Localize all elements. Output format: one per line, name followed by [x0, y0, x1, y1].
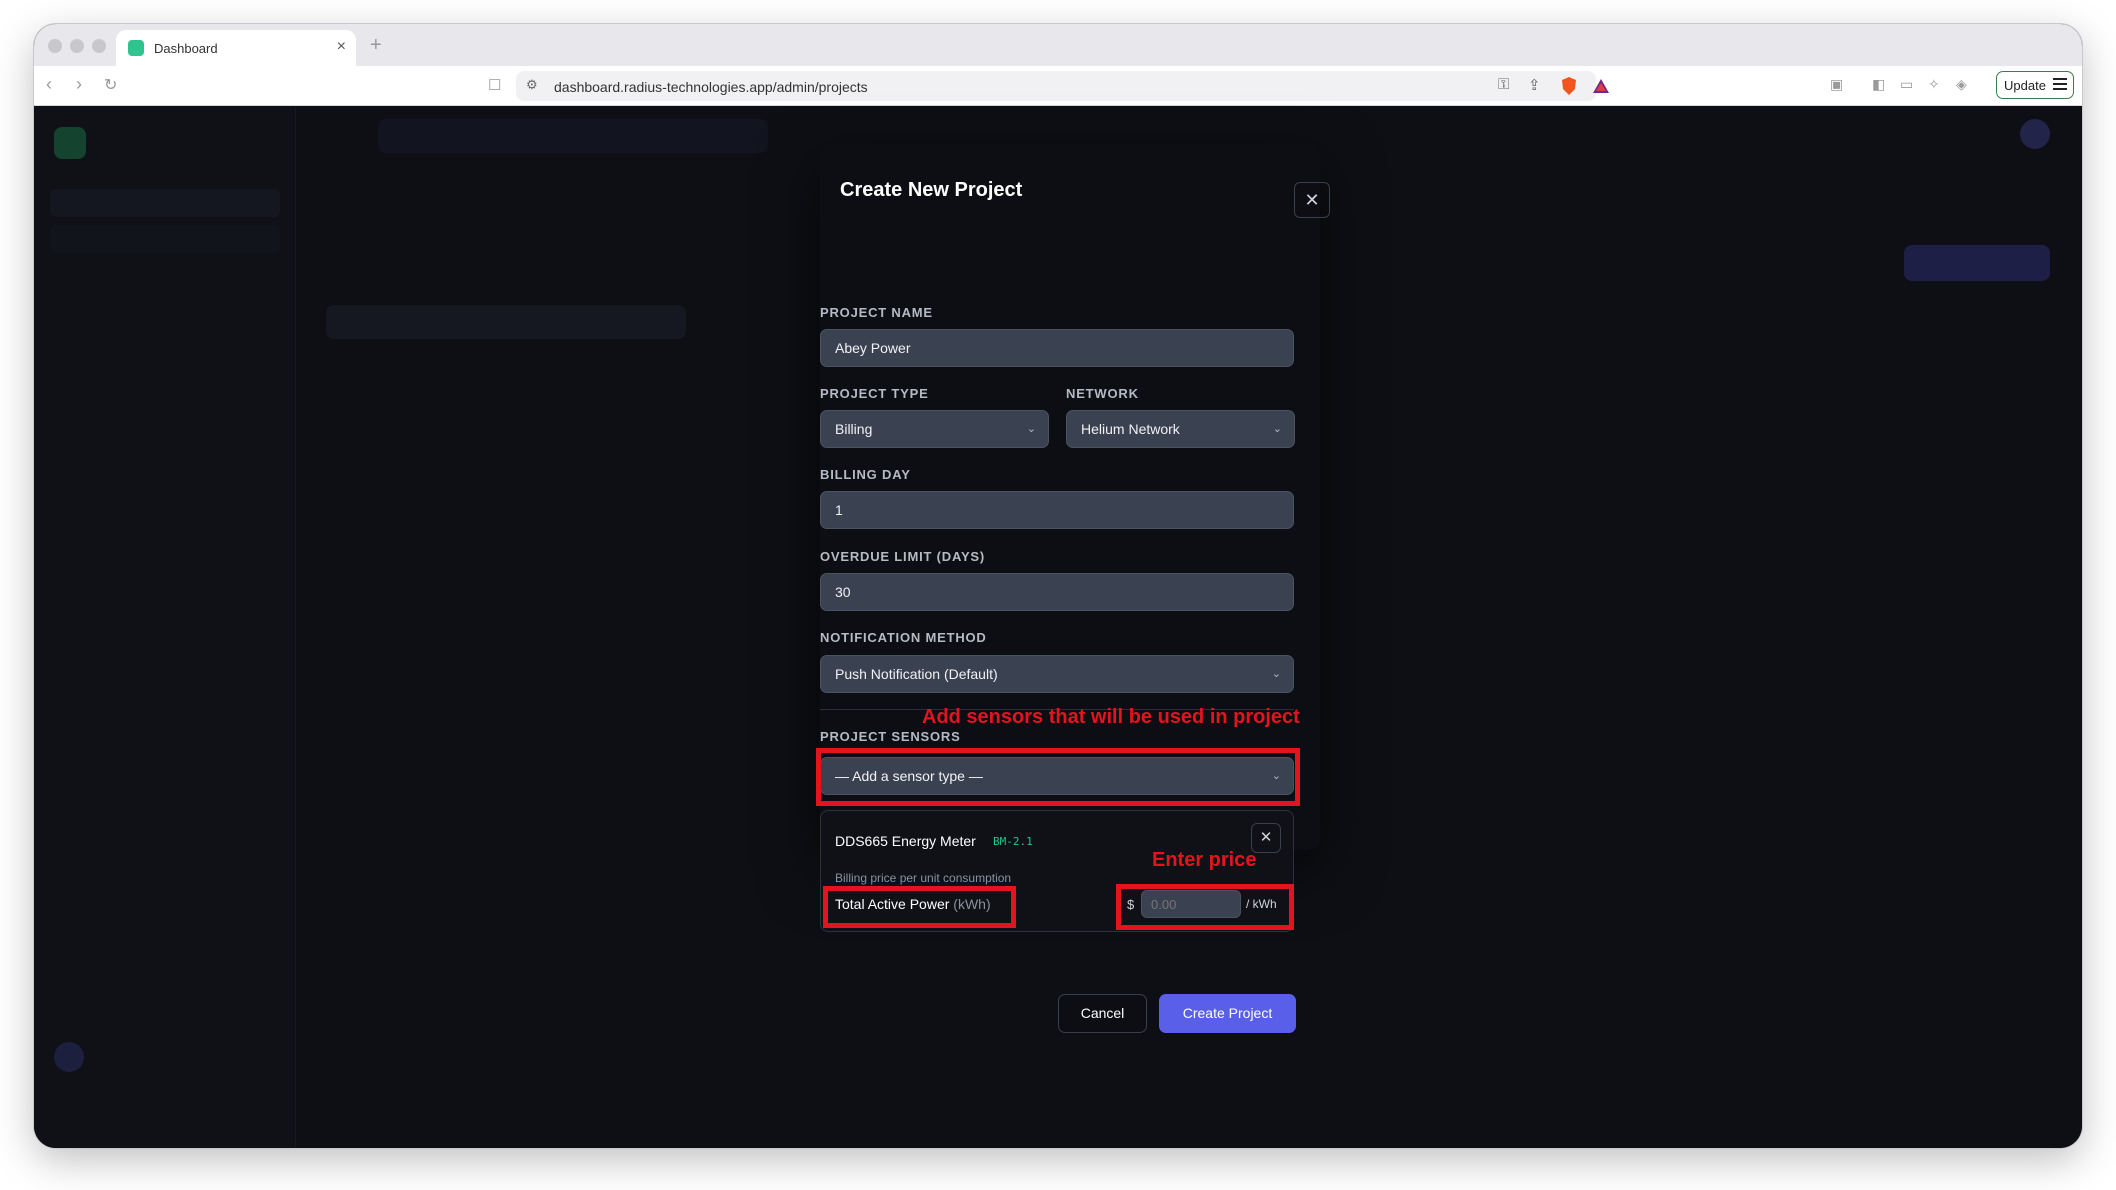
sensor-name: DDS665 Energy Meter	[835, 833, 976, 849]
chevron-down-icon: ⌄	[1271, 668, 1281, 680]
chevron-down-icon: ⌄	[1272, 423, 1282, 435]
sensor-code-badge: BM-2.1	[993, 835, 1033, 848]
network-select[interactable]: Helium Network ⌄	[1066, 410, 1295, 448]
sensor-hint: Billing price per unit consumption	[835, 871, 1012, 885]
sensor-select-highlight	[816, 748, 1300, 806]
network-value: Helium Network	[1081, 421, 1180, 437]
network-label: NETWORK	[1066, 386, 1139, 401]
chevron-down-icon: ⌄	[1026, 423, 1036, 435]
cancel-button[interactable]: Cancel	[1058, 994, 1147, 1033]
project-type-label: PROJECT TYPE	[820, 386, 929, 401]
project-name-label: PROJECT NAME	[820, 305, 933, 320]
project-type-select[interactable]: Billing ⌄	[820, 410, 1049, 448]
close-icon: ✕	[1259, 829, 1273, 846]
notification-method-select[interactable]: Push Notification (Default) ⌄	[820, 655, 1294, 693]
create-project-form: PROJECT NAME Abey Power PROJECT TYPE Bil…	[0, 0, 2116, 1190]
overdue-limit-input[interactable]: 30	[820, 573, 1294, 611]
project-sensors-label: PROJECT SENSORS	[820, 729, 961, 744]
sensors-annotation-text: Add sensors that will be used in project	[922, 706, 1300, 728]
metric-highlight	[823, 886, 1016, 928]
notification-method-label: NOTIFICATION METHOD	[820, 630, 987, 645]
notification-method-value: Push Notification (Default)	[835, 666, 998, 682]
create-project-button[interactable]: Create Project	[1159, 994, 1296, 1033]
project-type-value: Billing	[835, 421, 873, 437]
billing-day-label: BILLING DAY	[820, 467, 911, 482]
billing-day-input[interactable]: 1	[820, 491, 1294, 529]
price-annotation-text: Enter price	[1152, 849, 1257, 871]
price-highlight	[1116, 884, 1294, 930]
project-name-input[interactable]: Abey Power	[820, 329, 1294, 367]
overdue-limit-label: OVERDUE LIMIT (DAYS)	[820, 549, 986, 564]
